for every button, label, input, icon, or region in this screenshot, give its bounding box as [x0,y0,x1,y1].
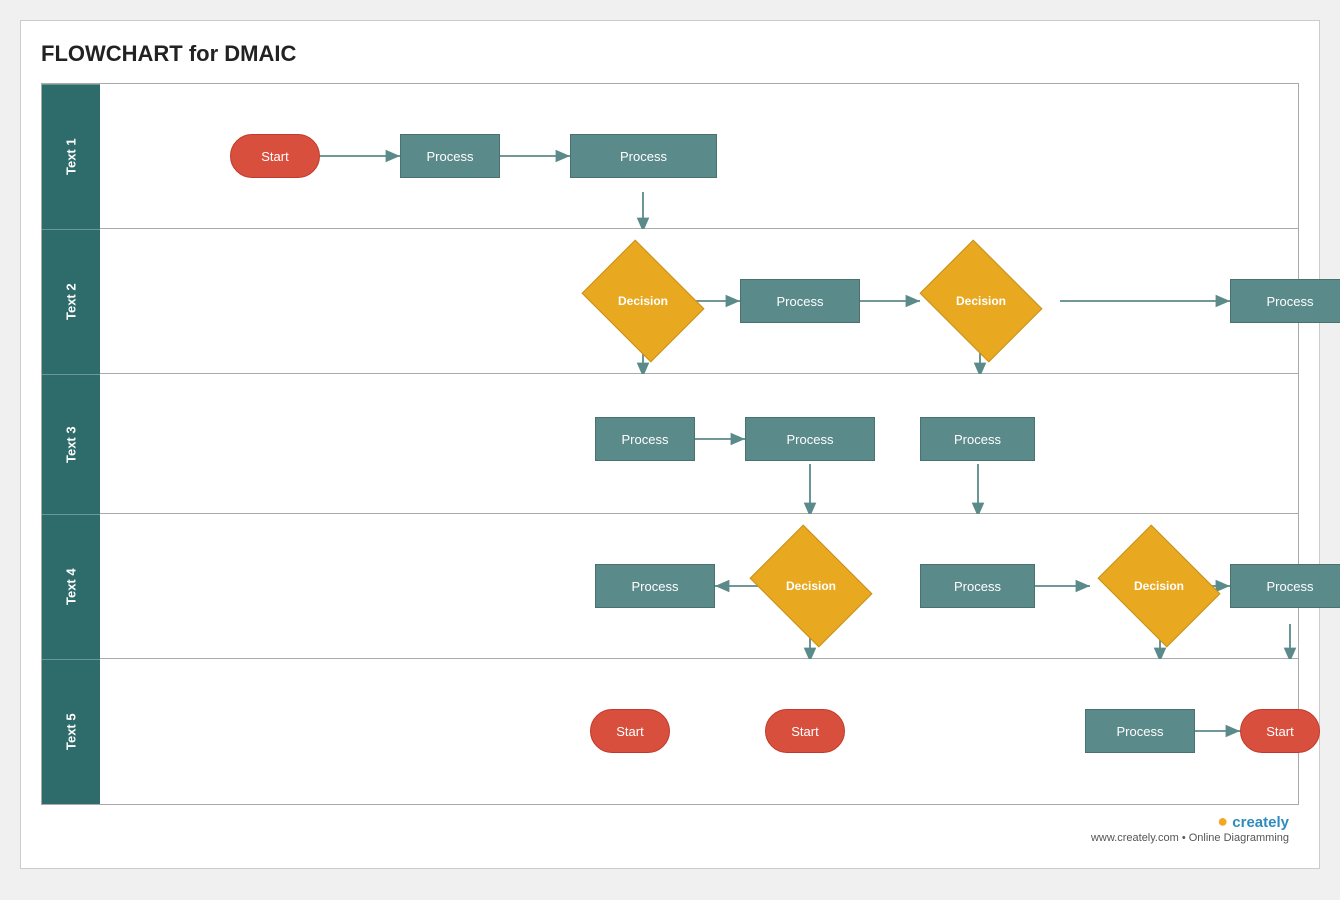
page-title: FLOWCHART for DMAIC [41,41,1299,67]
decision-shape-3: Decision [749,524,872,647]
brand-dot: ● [1217,811,1228,831]
process-shape-2: Process [570,134,717,178]
brand-name: ● creately [41,811,1289,832]
process-shape-6: Process [745,417,875,461]
start-shape-3: Start [765,709,845,753]
lane-labels: Text 1 Text 2 Text 3 Text 4 Text 5 [42,84,100,804]
diagram: Text 1 Text 2 Text 3 Text 4 Text 5 [41,83,1299,805]
footer-url: www.creately.com • Online Diagramming [41,832,1289,844]
lane-2: Decision Process Decision Process [100,229,1298,374]
page: FLOWCHART for DMAIC Text 1 Text 2 Text 3… [20,20,1320,869]
footer: ● creately www.creately.com • Online Dia… [41,805,1299,848]
lane-3: Process Process Process [100,374,1298,514]
lane-label-5: Text 5 [42,659,100,804]
lane-label-2: Text 2 [42,229,100,374]
lane-5: Start Start Process Start [100,659,1298,804]
lane2-arrows [100,229,1298,373]
decision-shape-1: Decision [581,239,704,362]
process-shape-7: Process [920,417,1035,461]
process-shape-4: Process [1230,279,1340,323]
lane-label-1: Text 1 [42,84,100,229]
process-shape-1: Process [400,134,500,178]
start-shape-2: Start [590,709,670,753]
lane-label-4: Text 4 [42,514,100,659]
lanes-container: Start Process Process [100,84,1298,804]
decision-shape-4: Decision [1097,524,1220,647]
lane-1: Start Process Process [100,84,1298,229]
lane3-arrows [100,374,1298,513]
process-shape-11: Process [1085,709,1195,753]
decision-shape-2: Decision [919,239,1042,362]
lane-label-3: Text 3 [42,374,100,514]
process-shape-8: Process [595,564,715,608]
process-shape-9: Process [920,564,1035,608]
process-shape-10: Process [1230,564,1340,608]
process-shape-5: Process [595,417,695,461]
start-shape-1: Start [230,134,320,178]
start-shape-4: Start [1240,709,1320,753]
lane-4: Process Decision Process Decision Proces… [100,514,1298,659]
process-shape-3: Process [740,279,860,323]
